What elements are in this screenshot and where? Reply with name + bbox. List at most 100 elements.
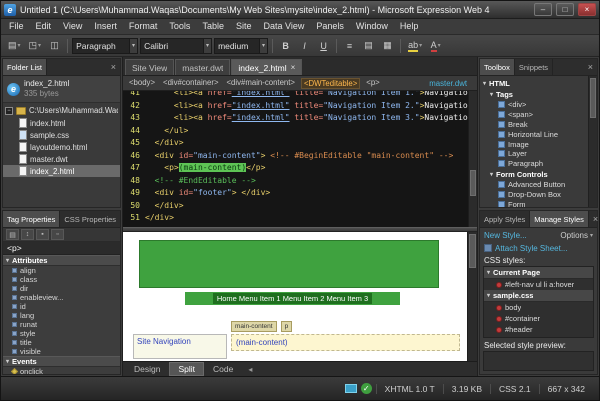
paragraph-style-dropdown[interactable]: Paragraph▾ <box>72 38 138 54</box>
highlight-color-button[interactable]: ab▾ <box>405 37 425 54</box>
page-dimensions-indicator[interactable]: 667 x 342 <box>539 384 593 394</box>
scrollbar-thumb[interactable] <box>590 78 596 118</box>
design-view[interactable]: Home Menu Item 1 Menu Item 2 Menu Item 3… <box>123 232 477 361</box>
design-header-block[interactable] <box>139 240 439 288</box>
font-size-dropdown[interactable]: medium▾ <box>214 38 268 54</box>
menu-item-table[interactable]: Table <box>196 19 230 34</box>
attach-style-sheet-row[interactable]: Attach Style Sheet... <box>480 242 597 254</box>
show-set-properties-button[interactable]: ▪ <box>36 229 49 240</box>
font-family-dropdown[interactable]: Calibri▾ <box>140 38 212 54</box>
breadcrumb-tag-body[interactable]: <body> <box>127 78 157 89</box>
show-all-button[interactable]: ▫ <box>51 229 64 240</box>
toolbox-group-tags[interactable]: ▾ Tags <box>480 89 597 100</box>
tab-css-properties[interactable]: CSS Properties <box>60 211 121 227</box>
tab-snippets[interactable]: Snippets <box>515 59 553 75</box>
tab-toolbox[interactable]: Toolbox <box>480 59 515 75</box>
tab-site-view[interactable]: Site View <box>125 59 174 75</box>
viewbar-collapse-icon[interactable]: ◂ <box>248 365 252 374</box>
design-view-button[interactable]: Design <box>126 363 168 375</box>
tab-tag-properties[interactable]: Tag Properties <box>3 211 60 227</box>
tab-master-dwt[interactable]: master.dwt <box>175 59 230 75</box>
design-menu-bar[interactable]: Home Menu Item 1 Menu Item 2 Menu Item 3 <box>185 292 400 305</box>
tab-apply-styles[interactable]: Apply Styles <box>480 211 530 227</box>
breadcrumb-tag-p[interactable]: <p> <box>364 78 381 89</box>
attribute-visible[interactable]: visible <box>3 347 120 356</box>
site-navigation-box[interactable]: Site Navigation <box>133 334 227 359</box>
close-panel-icon[interactable]: × <box>107 59 120 75</box>
style-rule-container[interactable]: #container <box>484 313 593 324</box>
file-item-sample-css[interactable]: sample.css <box>3 129 120 141</box>
toolbox-scrollbar[interactable] <box>588 76 597 207</box>
master-dwt-link[interactable]: master.dwt <box>429 79 473 88</box>
menu-item-format[interactable]: Format <box>123 19 164 34</box>
design-scrollbar[interactable] <box>467 232 477 361</box>
save-button[interactable]: ◫ <box>46 37 63 54</box>
options-dropdown[interactable]: Options▾ <box>560 231 593 240</box>
breadcrumb-tag-div-main-content[interactable]: <div#main-content> <box>225 78 297 89</box>
borders-button[interactable]: ▦ <box>379 37 396 54</box>
menu-item-view[interactable]: View <box>57 19 88 34</box>
css-schema-indicator[interactable]: CSS 2.1 <box>490 384 539 394</box>
toolbox-group-form-controls[interactable]: ▾ Form Controls <box>480 169 597 180</box>
attribute-enableview[interactable]: enableview... <box>3 293 120 302</box>
file-item-index-html[interactable]: index.html <box>3 117 120 129</box>
menu-item-tools[interactable]: Tools <box>163 19 196 34</box>
toolbox-item-layer[interactable]: Layer <box>480 149 597 159</box>
menu-item-help[interactable]: Help <box>394 19 425 34</box>
attribute-title[interactable]: title <box>3 338 120 347</box>
maximize-button[interactable]: □ <box>556 3 574 16</box>
style-rule-header[interactable]: #header <box>484 324 593 335</box>
alphabetical-button[interactable]: ↕ <box>21 229 34 240</box>
event-onclick[interactable]: onclick <box>3 367 120 374</box>
menu-item-site[interactable]: Site <box>230 19 258 34</box>
new-document-button[interactable]: ▤▾ <box>5 37 24 54</box>
toolbox-item-drop-down-box[interactable]: Drop-Down Box <box>480 189 597 199</box>
menu-item-file[interactable]: File <box>3 19 30 34</box>
scrollbar-thumb[interactable] <box>470 170 476 196</box>
italic-button[interactable]: I <box>296 37 313 54</box>
close-panel-icon[interactable]: × <box>584 59 597 75</box>
file-item-layoutdemo-html[interactable]: layoutdemo.html <box>3 141 120 153</box>
attribute-id[interactable]: id <box>3 302 120 311</box>
collapse-icon[interactable]: − <box>5 107 13 115</box>
split-view-button[interactable]: Split <box>169 362 204 376</box>
style-group-sample-css[interactable]: ▾sample.css <box>484 290 593 302</box>
attributes-section-header[interactable]: ▾ Attributes <box>3 255 120 266</box>
menu-item-window[interactable]: Window <box>350 19 394 34</box>
folder-tree-root[interactable]: − C:\Users\Muhammad.Waqas\Documents\M <box>3 103 120 117</box>
toolbox-item-horizontal-line[interactable]: Horizontal Line <box>480 129 597 139</box>
underline-button[interactable]: U <box>315 37 332 54</box>
open-button[interactable]: ◳▾ <box>26 37 45 54</box>
categorized-button[interactable]: ▤ <box>6 229 19 240</box>
menu-item-data-view[interactable]: Data View <box>257 19 310 34</box>
attribute-style[interactable]: style <box>3 329 120 338</box>
breadcrumb-tag-div-container[interactable]: <div#container> <box>161 78 220 89</box>
toolbox-item-break[interactable]: Break <box>480 120 597 130</box>
scrollbar-thumb[interactable] <box>469 234 476 268</box>
attribute-align[interactable]: align <box>3 266 120 275</box>
code-scrollbar[interactable] <box>468 91 477 227</box>
doctype-indicator[interactable]: XHTML 1.0 T <box>376 384 443 394</box>
menu-item-edit[interactable]: Edit <box>30 19 58 34</box>
toolbox-item-advanced-button[interactable]: Advanced Button <box>480 180 597 190</box>
close-panel-icon[interactable]: × <box>589 211 600 227</box>
tab-index-2-html[interactable]: index_2.html× <box>231 59 302 75</box>
style-rule-left-nav-ul-li-a-hover[interactable]: #left-nav ul li a:hover <box>484 279 593 290</box>
design-menu-items[interactable]: Home Menu Item 1 Menu Item 2 Menu Item 3 <box>213 293 372 304</box>
new-style-link[interactable]: New Style... <box>484 231 527 240</box>
bold-button[interactable]: B <box>277 37 294 54</box>
main-content-tag-label[interactable]: main-content <box>231 321 277 332</box>
visual-aids-icon[interactable] <box>345 384 357 393</box>
minimize-button[interactable]: – <box>534 3 552 16</box>
p-tag-label[interactable]: p <box>281 321 293 332</box>
attribute-dir[interactable]: dir <box>3 284 120 293</box>
close-tab-icon[interactable]: × <box>291 63 296 72</box>
attribute-lang[interactable]: lang <box>3 311 120 320</box>
compatibility-icon[interactable]: ✓ <box>361 383 372 394</box>
breadcrumb-tag-dwteditable[interactable]: <DWTeditable> <box>301 78 360 89</box>
menu-item-insert[interactable]: Insert <box>88 19 123 34</box>
toolbox-item-image[interactable]: Image <box>480 139 597 149</box>
folder-list-title[interactable]: Folder List <box>3 59 47 75</box>
file-item-index-2-html[interactable]: index_2.html <box>3 165 120 177</box>
toolbox-item-form[interactable]: Form <box>480 199 597 207</box>
